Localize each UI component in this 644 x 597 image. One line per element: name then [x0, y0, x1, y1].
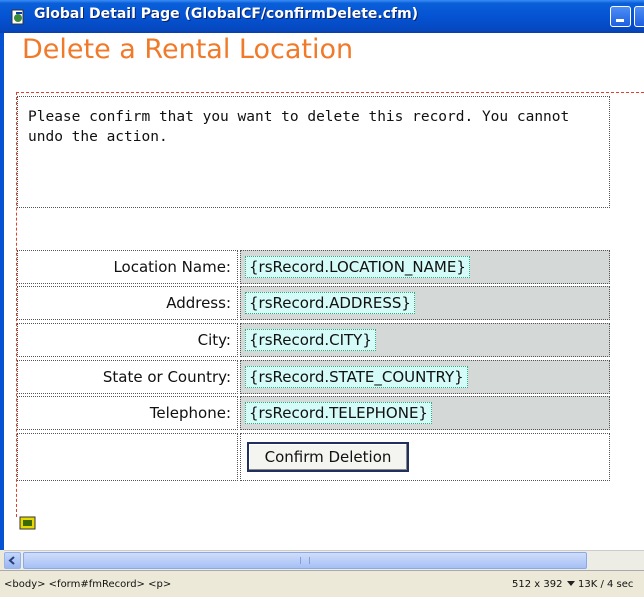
- row-value-cell: {rsRecord.ADDRESS}: [240, 286, 610, 320]
- horizontal-scrollbar[interactable]: [4, 550, 644, 570]
- dynamic-value[interactable]: {rsRecord.ADDRESS}: [245, 292, 415, 314]
- row-label: Address:: [166, 294, 231, 312]
- scroll-left-icon[interactable]: [4, 552, 21, 569]
- document-icon: [11, 9, 24, 25]
- row-label: Location Name:: [113, 258, 231, 276]
- row-label: State or Country:: [102, 368, 231, 386]
- row-value-cell: {rsRecord.STATE_COUNTRY}: [240, 360, 610, 394]
- row-label-cell: City:: [17, 323, 238, 357]
- download-size: 13K / 4 sec: [578, 579, 634, 590]
- tag-selector[interactable]: <body> <form#fmRecord> <p>: [4, 579, 171, 590]
- intro-text: Please confirm that you want to delete t…: [28, 109, 570, 145]
- row-label-cell: State or Country:: [17, 360, 238, 394]
- scroll-thumb[interactable]: [23, 552, 587, 569]
- row-value-cell: {rsRecord.TELEPHONE}: [240, 396, 610, 430]
- dropdown-icon[interactable]: [567, 581, 575, 586]
- dynamic-value[interactable]: {rsRecord.STATE_COUNTRY}: [245, 366, 468, 388]
- row-label-cell: Location Name:: [17, 250, 238, 284]
- form-marker-icon[interactable]: [19, 515, 37, 531]
- row-label: City:: [197, 331, 231, 349]
- row-label-cell: Address:: [17, 286, 238, 320]
- row-label-cell: Telephone:: [17, 396, 238, 430]
- window-title: Global Detail Page (GlobalCF/confirmDele…: [34, 6, 419, 22]
- page-heading: Delete a Rental Location: [22, 34, 354, 65]
- confirm-deletion-button[interactable]: Confirm Deletion: [247, 442, 409, 472]
- dynamic-value[interactable]: {rsRecord.CITY}: [245, 329, 376, 351]
- form-boundary-top: [16, 92, 644, 93]
- window-titlebar: Global Detail Page (GlobalCF/confirmDele…: [0, 0, 644, 33]
- minimize-icon[interactable]: [610, 6, 631, 27]
- window-size[interactable]: 512 x 392: [512, 579, 562, 590]
- row-value-cell: {rsRecord.CITY}: [240, 323, 610, 357]
- dynamic-value[interactable]: {rsRecord.TELEPHONE}: [245, 402, 432, 424]
- button-label-cell: [17, 433, 238, 481]
- row-value-cell: {rsRecord.LOCATION_NAME}: [240, 250, 610, 284]
- status-bar: <body> <form#fmRecord> <p> 512 x 392 13K…: [0, 570, 644, 597]
- maximize-icon[interactable]: [634, 6, 644, 27]
- dynamic-value[interactable]: {rsRecord.LOCATION_NAME}: [245, 256, 470, 278]
- row-label: Telephone:: [149, 404, 231, 422]
